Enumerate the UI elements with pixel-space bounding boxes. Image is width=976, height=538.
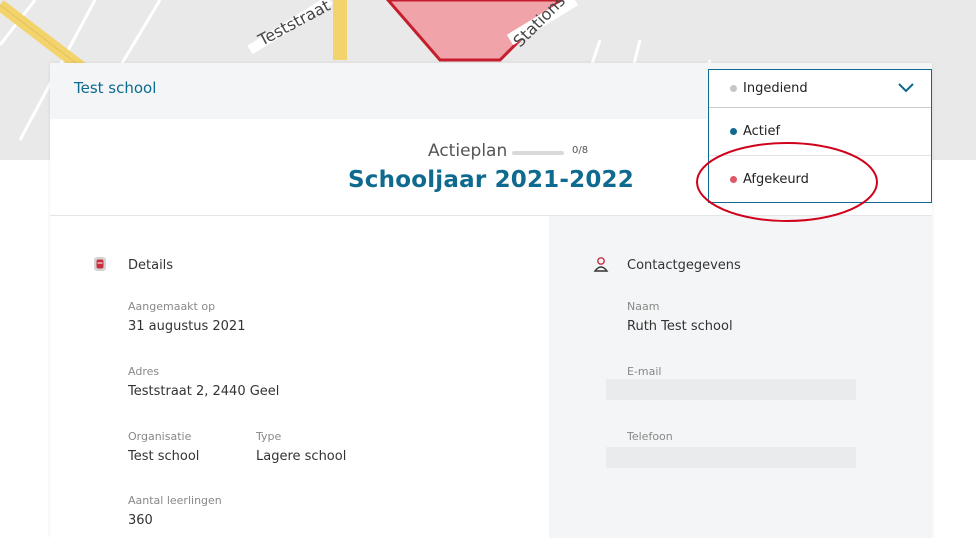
type-value: Lagere school: [256, 449, 347, 464]
details-heading: Details: [128, 258, 174, 273]
status-selected-label: Ingediend: [743, 81, 808, 96]
status-dot-actief: [730, 128, 737, 135]
chevron-down-icon[interactable]: [897, 82, 915, 94]
email-value: [606, 379, 856, 400]
created-label: Aangemaakt op: [128, 300, 216, 313]
email-label: E-mail: [627, 365, 662, 378]
contact-heading: Contactgegevens: [627, 258, 741, 273]
address-label: Adres: [128, 365, 160, 378]
bookmark-icon: [94, 257, 106, 271]
status-selected[interactable]: Ingediend: [709, 70, 931, 108]
name-value: Ruth Test school: [627, 319, 733, 334]
phone-value: [606, 447, 856, 468]
status-dot-ingediend: [730, 85, 737, 92]
details-section: Details Aangemaakt op 31 augustus 2021 A…: [50, 216, 549, 538]
action-plan-count: 0/8: [572, 145, 589, 156]
action-plan-label: Actieplan: [428, 141, 508, 161]
created-value: 31 augustus 2021: [128, 319, 246, 334]
phone-label: Telefoon: [627, 430, 673, 443]
name-label: Naam: [627, 300, 660, 313]
annotation-ellipse: [696, 142, 878, 222]
organisation-value: Test school: [128, 449, 200, 464]
contact-section: Contactgegevens Naam Ruth Test school E-…: [549, 216, 932, 538]
students-label: Aantal leerlingen: [128, 494, 222, 507]
address-value: Teststraat 2, 2440 Geel: [128, 384, 280, 399]
school-title[interactable]: Test school: [74, 79, 156, 97]
action-plan-progress-bar: [512, 151, 564, 155]
students-value: 360: [128, 513, 153, 528]
person-icon: [593, 257, 609, 272]
organisation-label: Organisatie: [128, 430, 192, 443]
status-option-actief-label: Actief: [743, 124, 781, 139]
type-label: Type: [256, 430, 282, 443]
